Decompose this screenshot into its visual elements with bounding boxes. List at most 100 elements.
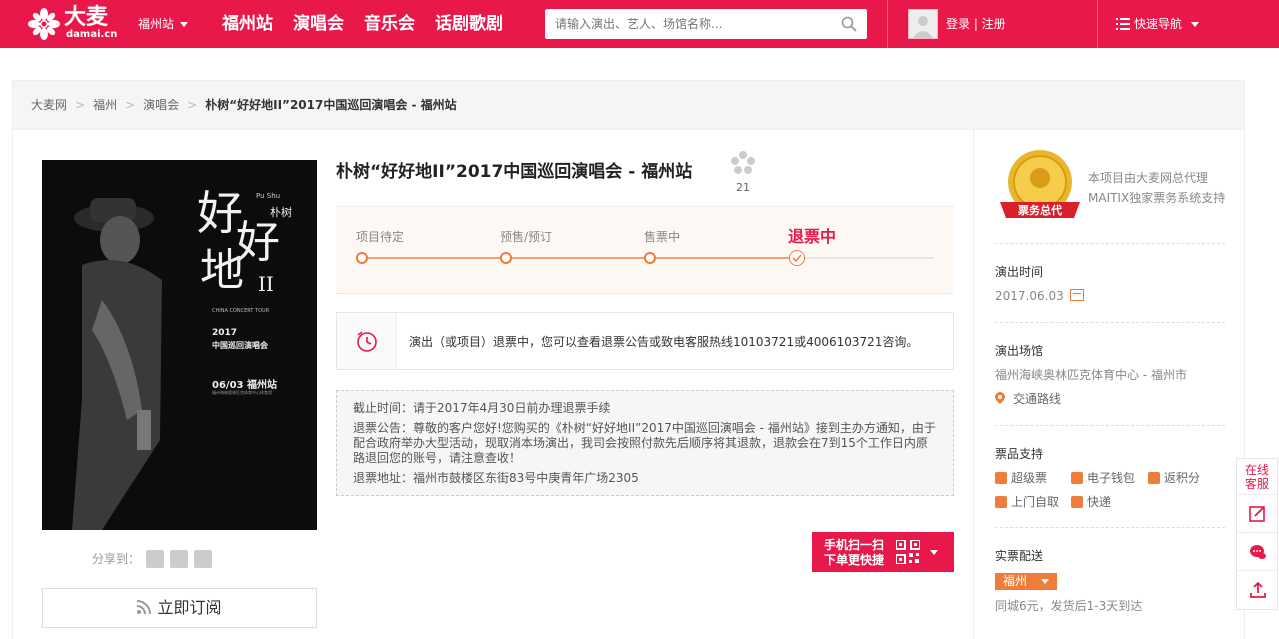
mobile-scan-line2: 下单更快捷	[824, 553, 885, 567]
breadcrumb-home[interactable]: 大麦网	[31, 98, 67, 112]
delivery-city-select[interactable]: 福州	[995, 573, 1057, 590]
rss-icon	[137, 600, 152, 614]
share-label: 分享到：	[92, 552, 141, 566]
breadcrumb-separator: >	[187, 98, 198, 112]
step-label: 预售/预订	[500, 230, 553, 244]
pickup-icon	[995, 496, 1007, 508]
support-item-label: 超级票	[1011, 471, 1048, 485]
support-item-label: 快递	[1087, 495, 1112, 509]
nav-item-station[interactable]: 福州站	[222, 12, 273, 36]
nav-item-concert[interactable]: 演唱会	[293, 12, 344, 36]
super-ticket-icon	[995, 472, 1007, 484]
back-to-top-button[interactable]	[1237, 571, 1277, 609]
divider	[995, 322, 1225, 323]
express-icon	[1071, 496, 1083, 508]
step-dot	[500, 252, 512, 264]
time-value: 2017.06.03	[995, 288, 1084, 304]
nav-item-drama[interactable]: 话剧歌剧	[435, 12, 503, 36]
wallet-icon	[1071, 472, 1083, 484]
breadcrumb-bar: 大麦网 > 福州 > 演唱会 > 朴树“好好地II”2017中国巡回演唱会 - 福州站	[12, 80, 1245, 130]
refund-info: 截止时间：请于2017年4月30日前办理退票手续 退票公告：尊敬的客户您好!您购…	[336, 390, 954, 496]
search-box	[545, 9, 867, 39]
favorite-button[interactable]: 21	[730, 150, 756, 196]
chevron-down-icon	[1041, 579, 1049, 584]
breadcrumb-current: 朴树“好好地II”2017中国巡回演唱会 - 福州站	[205, 98, 457, 112]
divider	[887, 0, 888, 48]
chevron-down-icon	[1191, 21, 1200, 27]
star-icon[interactable]	[194, 550, 213, 568]
points-icon	[1148, 472, 1160, 484]
refund-announcement: 退票公告：尊敬的客户您好!您购买的《朴树“好好地II”2017中国巡回演唱会 -…	[353, 421, 936, 465]
event-title: 朴树“好好地II”2017中国巡回演唱会 - 福州站	[336, 162, 693, 182]
weibo-icon[interactable]	[146, 550, 165, 568]
mobile-scan-line1: 手机扫一扫	[824, 538, 885, 552]
logo-text: 大麦	[64, 5, 109, 30]
agent-line: 本项目由大麦网总代理	[1088, 171, 1209, 185]
breadcrumb-city[interactable]: 福州	[93, 98, 117, 112]
online-service-label: 在线客服	[1244, 463, 1269, 491]
support-item: 返积分	[1148, 470, 1200, 486]
logo-domain: damai.cn	[66, 29, 118, 40]
login-register-link[interactable]: 登录 | 注册	[946, 16, 1006, 32]
step-dot	[644, 252, 656, 264]
avatar[interactable]	[908, 9, 938, 39]
step-dot	[356, 252, 368, 264]
divider	[995, 425, 1225, 426]
support-item: 超级票	[995, 470, 1047, 486]
medal-text: 票务总代	[1018, 203, 1062, 217]
search-input[interactable]	[545, 9, 835, 39]
delivery-note: 同城6元，发货后1-3天到达	[995, 599, 1143, 613]
quick-nav-menu[interactable]: 快速导航	[1116, 16, 1200, 32]
main-nav: 福州站 演唱会 音乐会 话剧歌剧	[222, 12, 503, 36]
venue-value[interactable]: 福州海峡奥林匹克体育中心 - 福州市	[995, 367, 1187, 383]
share-bar: 分享到：	[92, 550, 213, 568]
city-selector[interactable]: 福州站	[138, 16, 189, 32]
progress-line	[362, 257, 800, 259]
mobile-scan-button[interactable]: 手机扫一扫 下单更快捷	[812, 532, 954, 572]
floating-sidebar: 在线客服	[1236, 458, 1278, 610]
agent-line: MAITIX独家票务系统支持	[1088, 191, 1226, 205]
route-label: 交通路线	[1013, 392, 1062, 406]
agent-info: 本项目由大麦网总代理 MAITIX独家票务系统支持	[1088, 168, 1225, 208]
progress-line-rest	[802, 257, 934, 259]
ticket-agent-medal-icon: 票务总代	[1000, 150, 1080, 218]
damai-logo[interactable]: 大麦 damai.cn	[28, 6, 120, 42]
poster-tour-en: CHINA CONCERT TOUR	[212, 308, 270, 314]
poster-venue: 福州海峡奥林匹克体育中心体育馆	[212, 390, 272, 395]
breadcrumb-separator: >	[75, 98, 86, 112]
breadcrumb-category[interactable]: 演唱会	[143, 98, 179, 112]
breadcrumb: 大麦网 > 福州 > 演唱会 > 朴树“好好地II”2017中国巡回演唱会 - 福州站	[31, 97, 457, 113]
step-label: 售票中	[644, 230, 681, 244]
time-value-text: 2017.06.03	[995, 289, 1064, 303]
subscribe-button[interactable]: 立即订阅	[42, 588, 317, 628]
poster-pinyin: Pu Shu	[256, 192, 281, 200]
route-link[interactable]: 交通路线	[995, 391, 1061, 407]
qr-code-icon	[896, 540, 920, 564]
support-item-label: 电子钱包	[1087, 471, 1136, 485]
user-icon	[913, 16, 933, 38]
online-service-button[interactable]: 在线客服	[1237, 459, 1277, 495]
list-icon	[1116, 18, 1130, 30]
nav-item-music[interactable]: 音乐会	[364, 12, 415, 36]
notice-icon-box	[337, 313, 397, 369]
feedback-button[interactable]	[1237, 495, 1277, 533]
check-circle-icon	[789, 250, 805, 266]
top-navbar: 大麦 damai.cn 福州站 福州站 演唱会 音乐会 话剧歌剧 登录 | 注册…	[0, 0, 1279, 48]
poster-title-char: 地	[200, 245, 244, 296]
notice-text: 演出（或项目）退票中，您可以查看退票公告或致电客服热线10103721或4006…	[409, 335, 919, 349]
wechat-icon[interactable]	[170, 550, 189, 568]
clock-icon	[357, 331, 377, 352]
refund-notice: 演出（或项目）退票中，您可以查看退票公告或致电客服热线10103721或4006…	[336, 312, 954, 370]
poster-year: 2017	[212, 328, 238, 338]
breadcrumb-separator: >	[125, 98, 136, 112]
search-icon[interactable]	[841, 16, 857, 32]
status-progress: 项目待定 预售/预订 售票中 退票中	[336, 206, 954, 294]
divider	[995, 527, 1225, 528]
support-item: 快递	[1071, 494, 1111, 510]
step-label: 项目待定	[356, 230, 405, 244]
refund-address: 退票地址：福州市鼓楼区东街83号中庚青年广场2305	[353, 471, 639, 485]
calendar-icon[interactable]	[1069, 289, 1084, 301]
divider	[973, 130, 974, 639]
chat-button[interactable]	[1237, 533, 1277, 571]
poster-date: 06/03 福州站	[212, 380, 277, 391]
